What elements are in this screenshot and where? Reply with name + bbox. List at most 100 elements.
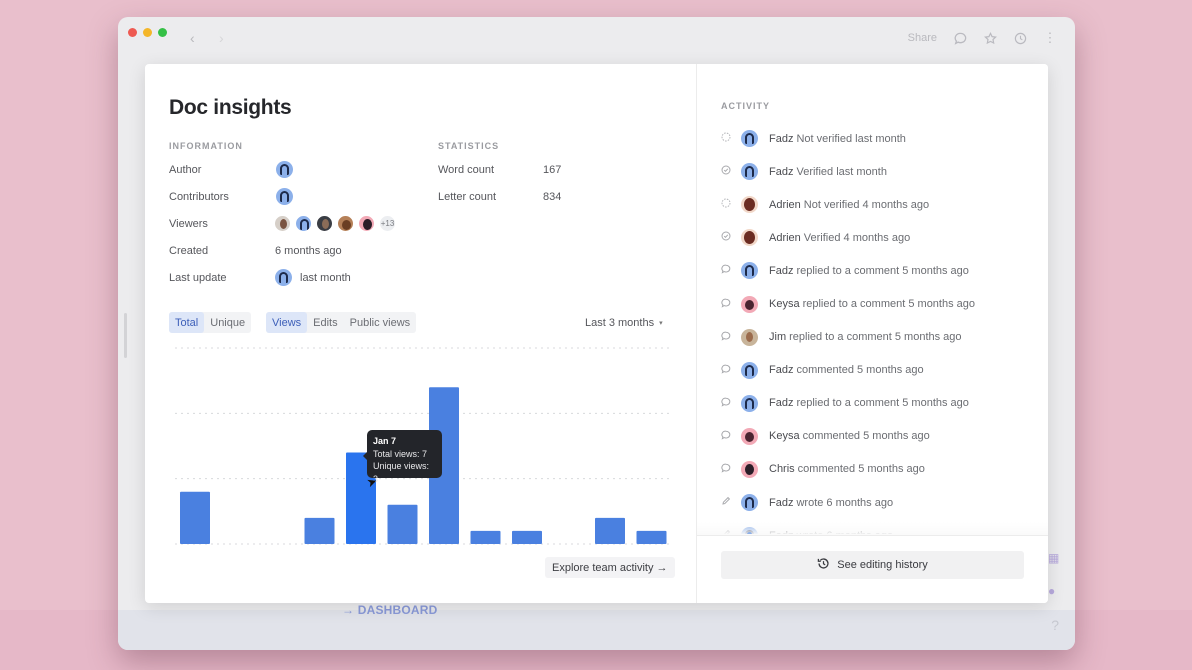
mode-toggle: Total Unique bbox=[169, 312, 252, 333]
activity-text: wrote 6 months ago bbox=[796, 496, 894, 509]
letter-count-value: 834 bbox=[543, 191, 562, 203]
activity-item[interactable]: Adrien Not verified 4 months ago bbox=[721, 188, 1031, 221]
author-label: Author bbox=[169, 164, 202, 176]
tooltip-total-views: Total views: 7 bbox=[373, 448, 428, 459]
window-controls bbox=[128, 28, 167, 37]
star-icon[interactable] bbox=[983, 31, 997, 45]
unverified-circle-icon bbox=[721, 198, 731, 211]
avatar[interactable] bbox=[741, 262, 758, 280]
activity-user: Jim bbox=[769, 331, 787, 344]
avatar[interactable] bbox=[741, 427, 758, 445]
clock-icon[interactable] bbox=[1013, 31, 1027, 45]
tooltip-title: Jan 7 bbox=[373, 436, 397, 446]
dashboard-link[interactable]: → DASHBOARD bbox=[342, 603, 438, 617]
last-update-text: last month bbox=[300, 271, 351, 284]
avatar[interactable] bbox=[741, 361, 758, 379]
sidebar-resize-handle[interactable] bbox=[124, 313, 127, 358]
information-heading: INFORMATION bbox=[169, 141, 243, 151]
activity-user: Fadz bbox=[769, 364, 794, 377]
history-button-label: See editing history bbox=[837, 559, 928, 571]
activity-item[interactable]: Jim replied to a comment 5 months ago bbox=[721, 321, 1031, 354]
avatar[interactable] bbox=[741, 295, 758, 313]
see-editing-history-button[interactable]: See editing history bbox=[721, 551, 1024, 579]
author-value bbox=[276, 161, 293, 178]
activity-item[interactable]: Fadz commented 5 months ago bbox=[721, 354, 1031, 387]
avatar[interactable] bbox=[274, 215, 291, 232]
unverified-circle-icon bbox=[721, 132, 731, 145]
chart-bar[interactable] bbox=[512, 530, 542, 544]
last-update-label: Last update bbox=[169, 272, 227, 284]
tab-views[interactable]: Views bbox=[266, 312, 308, 333]
comment-icon[interactable] bbox=[953, 31, 967, 45]
more-viewers-badge[interactable]: +13 bbox=[379, 215, 396, 232]
avatar[interactable] bbox=[276, 188, 293, 205]
activity-user: Adrien bbox=[769, 231, 801, 244]
chart-bar[interactable] bbox=[595, 517, 625, 544]
date-range-label: Last 3 months bbox=[585, 317, 655, 329]
activity-user: Fadz bbox=[769, 132, 794, 145]
activity-text: replied to a comment 5 months ago bbox=[796, 264, 969, 277]
more-vertical-icon[interactable]: ⋮ bbox=[1043, 30, 1057, 45]
maximize-window-button[interactable] bbox=[158, 28, 167, 37]
chart-bar[interactable] bbox=[636, 530, 667, 544]
user-icon[interactable]: ● bbox=[1048, 584, 1055, 598]
activity-user: Keysa bbox=[769, 298, 800, 311]
avatar[interactable] bbox=[741, 494, 758, 512]
activity-item[interactable]: Adrien Verified 4 months ago bbox=[721, 221, 1031, 254]
avatar[interactable] bbox=[741, 460, 758, 478]
tab-total[interactable]: Total bbox=[169, 312, 205, 333]
minimize-window-button[interactable] bbox=[143, 28, 152, 37]
activity-item[interactable]: Fadz Verified last month bbox=[721, 155, 1031, 188]
activity-item[interactable]: Fadz replied to a comment 5 months ago bbox=[721, 387, 1031, 420]
verified-check-icon bbox=[721, 231, 731, 244]
avatar[interactable] bbox=[316, 215, 333, 232]
avatar[interactable] bbox=[275, 269, 292, 286]
viewers-avatars: +13 bbox=[274, 215, 396, 232]
avatar[interactable] bbox=[741, 229, 758, 247]
comment-icon bbox=[721, 331, 731, 344]
avatar[interactable] bbox=[358, 215, 375, 232]
chart-bar[interactable] bbox=[304, 517, 335, 544]
activity-text: Verified 4 months ago bbox=[803, 231, 911, 244]
last-update-value: last month bbox=[275, 269, 351, 286]
activity-item[interactable]: Fadzwrote 6 months ago bbox=[721, 486, 1031, 519]
close-window-button[interactable] bbox=[128, 28, 137, 37]
tab-public-views[interactable]: Public views bbox=[344, 312, 417, 333]
forward-icon[interactable]: › bbox=[219, 30, 224, 46]
activity-text: replied to a comment 5 months ago bbox=[789, 331, 962, 344]
back-icon[interactable]: ‹ bbox=[190, 30, 195, 46]
date-range-dropdown[interactable]: Last 3 months ▾ bbox=[585, 317, 663, 329]
activity-text: commented 5 months ago bbox=[796, 364, 924, 377]
activity-item[interactable]: Fadz replied to a comment 5 months ago bbox=[721, 254, 1031, 287]
help-icon[interactable]: ? bbox=[1051, 617, 1059, 633]
tab-edits[interactable]: Edits bbox=[307, 312, 343, 333]
insights-panel: Doc insights INFORMATION Author Contribu… bbox=[145, 64, 697, 603]
statistics-heading: STATISTICS bbox=[438, 141, 500, 151]
activity-item[interactable]: Keysa replied to a comment 5 months ago bbox=[721, 287, 1031, 320]
chart-bar[interactable] bbox=[470, 530, 501, 544]
avatar[interactable] bbox=[741, 394, 758, 412]
avatar[interactable] bbox=[741, 130, 758, 148]
activity-user: Adrien bbox=[769, 198, 801, 211]
avatar[interactable] bbox=[741, 328, 758, 346]
chart-bar[interactable] bbox=[387, 504, 418, 544]
activity-item[interactable]: Chris commented 5 months ago bbox=[721, 453, 1031, 486]
activity-item[interactable]: Keysa commented 5 months ago bbox=[721, 420, 1031, 453]
word-count-label: Word count bbox=[438, 164, 495, 176]
avatar[interactable] bbox=[337, 215, 354, 232]
pencil-icon bbox=[721, 496, 731, 509]
activity-text: Not verified last month bbox=[796, 132, 906, 145]
activity-list[interactable]: Fadz Not verified last month Fadz Verified … bbox=[721, 122, 1031, 534]
grid-icon[interactable]: ▦ bbox=[1048, 551, 1059, 565]
tab-unique[interactable]: Unique bbox=[204, 312, 251, 333]
activity-text: commented 5 months ago bbox=[802, 430, 930, 443]
avatar[interactable] bbox=[741, 196, 758, 214]
avatar[interactable] bbox=[295, 215, 312, 232]
activity-text: Verified last month bbox=[796, 165, 887, 178]
chart-bar[interactable] bbox=[180, 491, 210, 544]
explore-team-activity-button[interactable]: Explore team activity → bbox=[545, 557, 675, 578]
activity-item[interactable]: Fadz Not verified last month bbox=[721, 122, 1031, 155]
share-button[interactable]: Share bbox=[908, 32, 937, 44]
avatar[interactable] bbox=[741, 163, 758, 181]
avatar[interactable] bbox=[276, 161, 293, 178]
